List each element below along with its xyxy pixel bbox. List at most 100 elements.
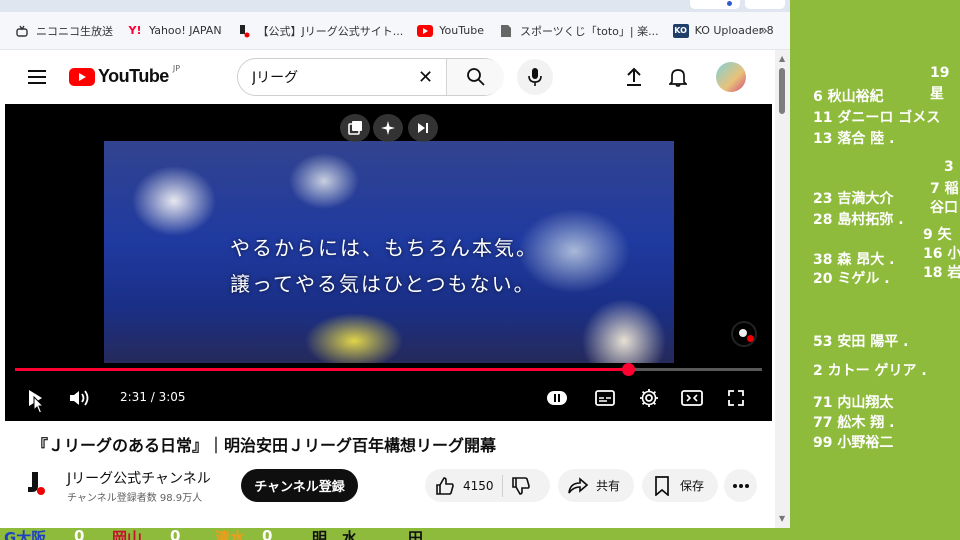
jleague-icon: [236, 24, 252, 38]
scroll-down-icon[interactable]: ▼: [779, 514, 785, 523]
miniplayer-icon: [348, 121, 362, 135]
niconico-icon: [14, 24, 30, 38]
player-entry: 53 安田 陽平 .: [813, 334, 909, 350]
gear-icon: [640, 389, 658, 407]
subscribe-button[interactable]: チャンネル登録: [241, 469, 358, 502]
page-icon: [498, 24, 514, 38]
bookmark-youtube[interactable]: YouTube: [417, 24, 484, 38]
ticker-text: 明: [312, 529, 328, 540]
team-score: 0: [74, 528, 85, 540]
bookmark-label: YouTube: [439, 24, 485, 37]
menu-icon[interactable]: [28, 70, 46, 84]
theater-icon: [681, 390, 703, 406]
share-button[interactable]: 共有: [558, 469, 634, 502]
clear-search-icon[interactable]: ✕: [418, 67, 433, 88]
bookmarks-overflow-button[interactable]: »: [759, 23, 768, 39]
player-entry: 7 稲: [930, 181, 959, 197]
bookmark-yahoo[interactable]: Y! Yahoo! JAPAN: [127, 24, 222, 38]
player-entry: 71 内山翔太: [813, 395, 894, 411]
skip-button[interactable]: [408, 114, 438, 142]
like-count: 4150: [463, 478, 494, 493]
player-entry: 9 矢: [923, 227, 952, 243]
progress-fill: [15, 368, 628, 371]
theater-mode-button[interactable]: [680, 386, 704, 410]
tab[interactable]: [745, 0, 785, 9]
logo-text: YouTube: [98, 66, 169, 86]
team-score: 0: [170, 528, 181, 540]
ticker-text: 水: [342, 529, 358, 540]
search-button[interactable]: [446, 59, 504, 95]
team-score: 0: [262, 528, 273, 540]
tab[interactable]: [690, 0, 740, 9]
player-entry: 13 落合 陸 .: [813, 131, 895, 147]
ko-icon: KO: [672, 23, 689, 38]
avatar[interactable]: [716, 62, 746, 92]
tab-indicator-dot: [727, 1, 732, 6]
bookmark-jleague[interactable]: 【公式】Jリーグ公式サイト...: [236, 23, 404, 39]
page-scrollbar[interactable]: ▲ ▼: [775, 50, 790, 528]
video-title: 『Ｊリーグのある日常』｜明治安田Ｊリーグ百年構想リーグ開幕: [32, 436, 497, 455]
notifications-button[interactable]: [667, 66, 689, 88]
tab-strip: [0, 0, 790, 12]
youtube-logo[interactable]: YouTube JP: [69, 64, 181, 87]
player-entry: 16 小: [923, 246, 960, 262]
bookmark-label: スポーツくじ「toto」| 楽...: [520, 24, 659, 38]
like-button[interactable]: 4150: [435, 476, 494, 496]
ai-sparkle-button[interactable]: [373, 114, 403, 142]
voice-search-button[interactable]: [517, 59, 553, 95]
autoplay-toggle[interactable]: [545, 386, 569, 410]
bookmark-toto[interactable]: スポーツくじ「toto」| 楽...: [498, 23, 659, 39]
save-button[interactable]: 保存: [642, 469, 718, 502]
player-entry: 6 秋山裕紀: [813, 89, 884, 105]
region-label: JP: [172, 64, 181, 73]
progress-bar[interactable]: [15, 363, 762, 376]
share-icon: [568, 476, 588, 493]
subscriber-count: チャンネル登録者数 98.9万人: [67, 493, 203, 504]
scroll-up-icon[interactable]: ▲: [779, 54, 785, 63]
scrollbar-thumb[interactable]: [779, 68, 785, 114]
search-box: ✕: [237, 58, 504, 96]
settings-button[interactable]: [637, 386, 661, 410]
divider: [501, 474, 503, 497]
bookmark-label: 【公式】Jリーグ公式サイト...: [257, 24, 404, 38]
upload-button[interactable]: [623, 66, 645, 88]
team-name: 清水: [215, 529, 246, 540]
player-entry: 11 ダニーロ ゴメス: [813, 110, 941, 126]
subtitles-icon: [595, 390, 615, 406]
team-name: G大阪: [4, 529, 47, 540]
player-entry: 28 島村拓弥 .: [813, 212, 904, 228]
bell-icon: [669, 69, 687, 87]
player-entry: 19: [930, 65, 950, 81]
browser-window: ニコニコ生放送 Y! Yahoo! JAPAN 【公式】Jリーグ公式サイト...…: [0, 0, 790, 528]
subtitles-button[interactable]: [593, 386, 617, 410]
youtube-header: YouTube JP ✕: [0, 50, 775, 104]
player-entry: 谷口: [930, 200, 958, 216]
lineup-panel: 6 秋山裕紀 11 ダニーロ ゴメス 13 落合 陸 . 23 吉満大介 28 …: [790, 0, 960, 540]
bookmark-label: ニコニコ生放送: [36, 24, 113, 38]
skip-next-icon: [418, 123, 428, 133]
fullscreen-button[interactable]: [724, 386, 748, 410]
bookmark-label: Yahoo! JAPAN: [149, 24, 222, 37]
player-entry: 23 吉満大介: [813, 191, 894, 207]
like-dislike-group: 4150: [425, 469, 550, 502]
thumbs-down-icon: [511, 476, 530, 495]
volume-button[interactable]: [68, 386, 92, 410]
player-entry: 38 森 昂大 .: [813, 252, 895, 268]
channel-name[interactable]: Jリーグ公式チャンネル: [67, 468, 211, 488]
dislike-button[interactable]: [511, 476, 531, 496]
bookmark-niconico[interactable]: ニコニコ生放送: [14, 23, 113, 39]
video-caption-line2: 譲ってやる気はひとつもない。: [230, 272, 536, 296]
yahoo-icon: Y!: [128, 24, 142, 37]
more-actions-button[interactable]: [724, 469, 757, 502]
microphone-icon: [528, 68, 542, 86]
progress-scrubber[interactable]: [621, 363, 635, 376]
player-entry: 2 カトー ゲリア .: [813, 363, 927, 379]
video-player[interactable]: やるからには、もちろん本気。 譲ってやる気はひとつもない。 2:31 / 3:0…: [5, 104, 772, 421]
channel-avatar[interactable]: [24, 470, 48, 498]
time-display: 2:31 / 3:05: [120, 390, 186, 404]
video-caption-line1: やるからには、もちろん本気。: [230, 236, 538, 260]
search-input[interactable]: [252, 67, 412, 87]
miniplayer-button[interactable]: [340, 114, 370, 142]
player-entry: 3: [944, 159, 954, 175]
player-entry: 99 小野裕二: [813, 435, 894, 451]
